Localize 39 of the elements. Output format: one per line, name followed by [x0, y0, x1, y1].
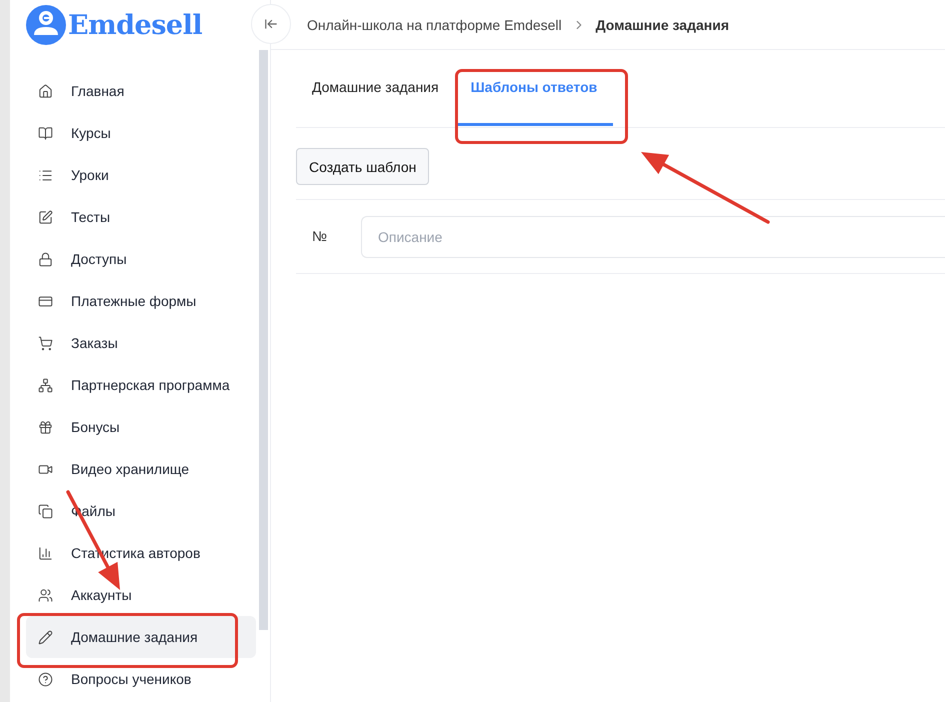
sidebar-item[interactable]: Заказы	[26, 322, 256, 364]
sidebar-item[interactable]: Главная	[26, 70, 256, 112]
sidebar-item[interactable]: Бонусы	[26, 406, 256, 448]
sidebar-item[interactable]: Платежные формы	[26, 280, 256, 322]
tab[interactable]: Шаблоны ответов	[454, 50, 614, 126]
users-icon	[38, 588, 53, 602]
collapse-icon	[264, 17, 278, 31]
collapse-button[interactable]	[251, 4, 291, 44]
sidebar-item[interactable]: Домашние задания	[26, 616, 256, 658]
logo-icon	[26, 5, 66, 45]
gift-icon	[38, 420, 53, 434]
home-icon	[38, 84, 53, 98]
lock-icon	[38, 252, 53, 266]
pencil-icon	[38, 630, 53, 644]
scrollbar[interactable]	[259, 50, 268, 630]
sidebar-item[interactable]: Уроки	[26, 154, 256, 196]
description-filter-field[interactable]: Описание	[361, 216, 945, 258]
hierarchy-icon	[38, 378, 53, 392]
tab[interactable]: Домашние задания	[296, 50, 455, 126]
sidebar-item[interactable]: Партнерская программа	[26, 364, 256, 406]
files-icon	[38, 504, 53, 518]
help-icon	[38, 672, 53, 686]
book-icon	[38, 126, 53, 140]
card-icon	[38, 294, 53, 308]
bar-chart-icon	[38, 546, 53, 560]
sidebar-item[interactable]: Доступы	[26, 238, 256, 280]
create-template-button[interactable]: Создать шаблон	[296, 148, 430, 185]
cart-icon	[38, 336, 53, 350]
list-icon	[38, 168, 53, 182]
edit-icon	[38, 210, 53, 224]
breadcrumb-item[interactable]: Онлайн-школа на платформе Emdesell	[307, 16, 562, 32]
sidebar-item[interactable]: Вопросы учеников	[26, 658, 256, 700]
sidebar-item[interactable]: Видео хранилище	[26, 448, 256, 490]
breadcrumb-item: Домашние задания	[596, 16, 729, 32]
sidebar-item[interactable]: Курсы	[26, 112, 256, 154]
sidebar-item[interactable]: Тесты	[26, 196, 256, 238]
column-header: №	[311, 227, 328, 244]
logo-text: Emdesell	[68, 10, 202, 40]
sidebar-item[interactable]: Аккаунты	[26, 574, 256, 616]
